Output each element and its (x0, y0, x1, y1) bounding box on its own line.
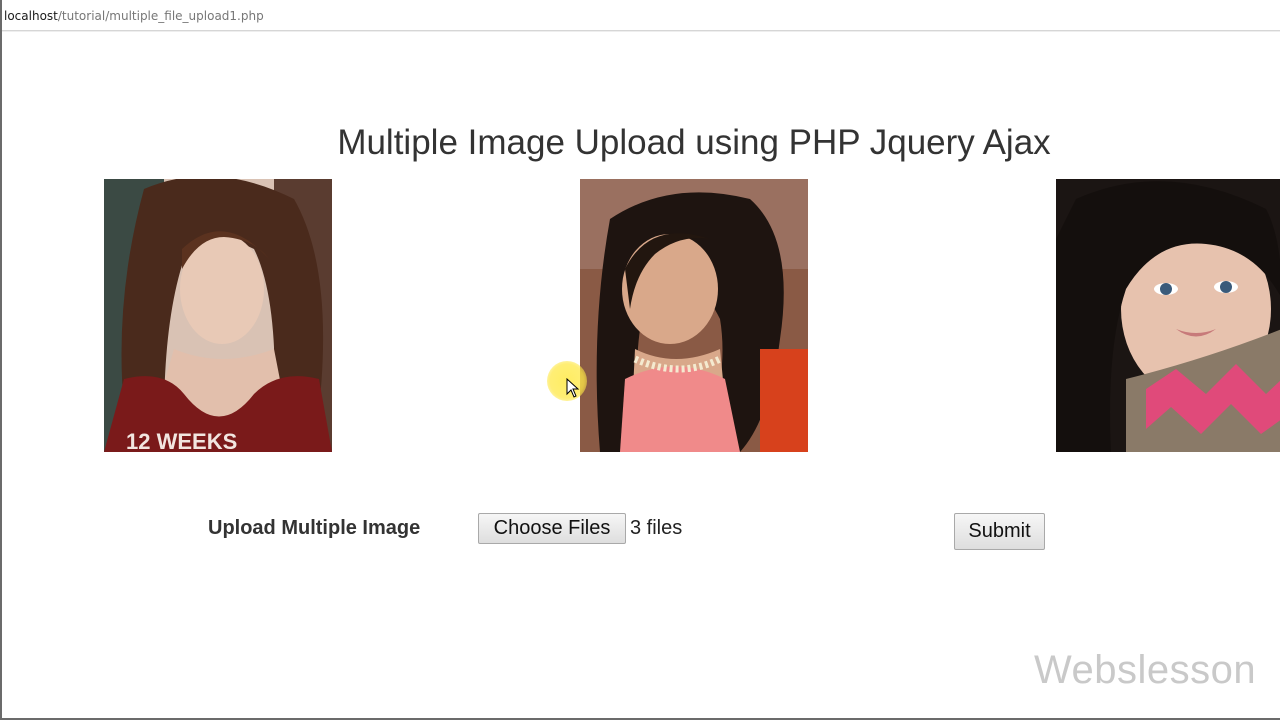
portrait-image-icon (1056, 179, 1280, 452)
url-text[interactable]: localhost/tutorial/multiple_file_upload1… (4, 8, 264, 24)
mouse-pointer-icon (566, 378, 580, 398)
browser-viewport: localhost/tutorial/multiple_file_upload1… (0, 0, 1280, 720)
portrait-image-icon: 12 WEEKS (104, 179, 332, 452)
uploaded-image-2 (580, 179, 808, 452)
file-count-status: 3 files (630, 517, 683, 539)
choose-files-button[interactable]: Choose Files (478, 513, 626, 544)
shirt-text: 12 WEEKS (126, 429, 237, 452)
portrait-image-icon (580, 179, 808, 452)
page-title: Multiple Image Upload using PHP Jquery A… (337, 123, 1051, 162)
submit-button[interactable]: Submit (954, 513, 1045, 550)
address-bar[interactable]: localhost/tutorial/multiple_file_upload1… (2, 0, 1280, 31)
upload-multiple-image-label: Upload Multiple Image (208, 517, 421, 539)
uploaded-image-1: 12 WEEKS (104, 179, 332, 452)
url-host: localhost (4, 9, 58, 23)
url-path: /tutorial/multiple_file_upload1.php (57, 9, 264, 23)
uploaded-image-3 (1056, 179, 1280, 452)
watermark-logo: Webslesson (1034, 648, 1257, 692)
